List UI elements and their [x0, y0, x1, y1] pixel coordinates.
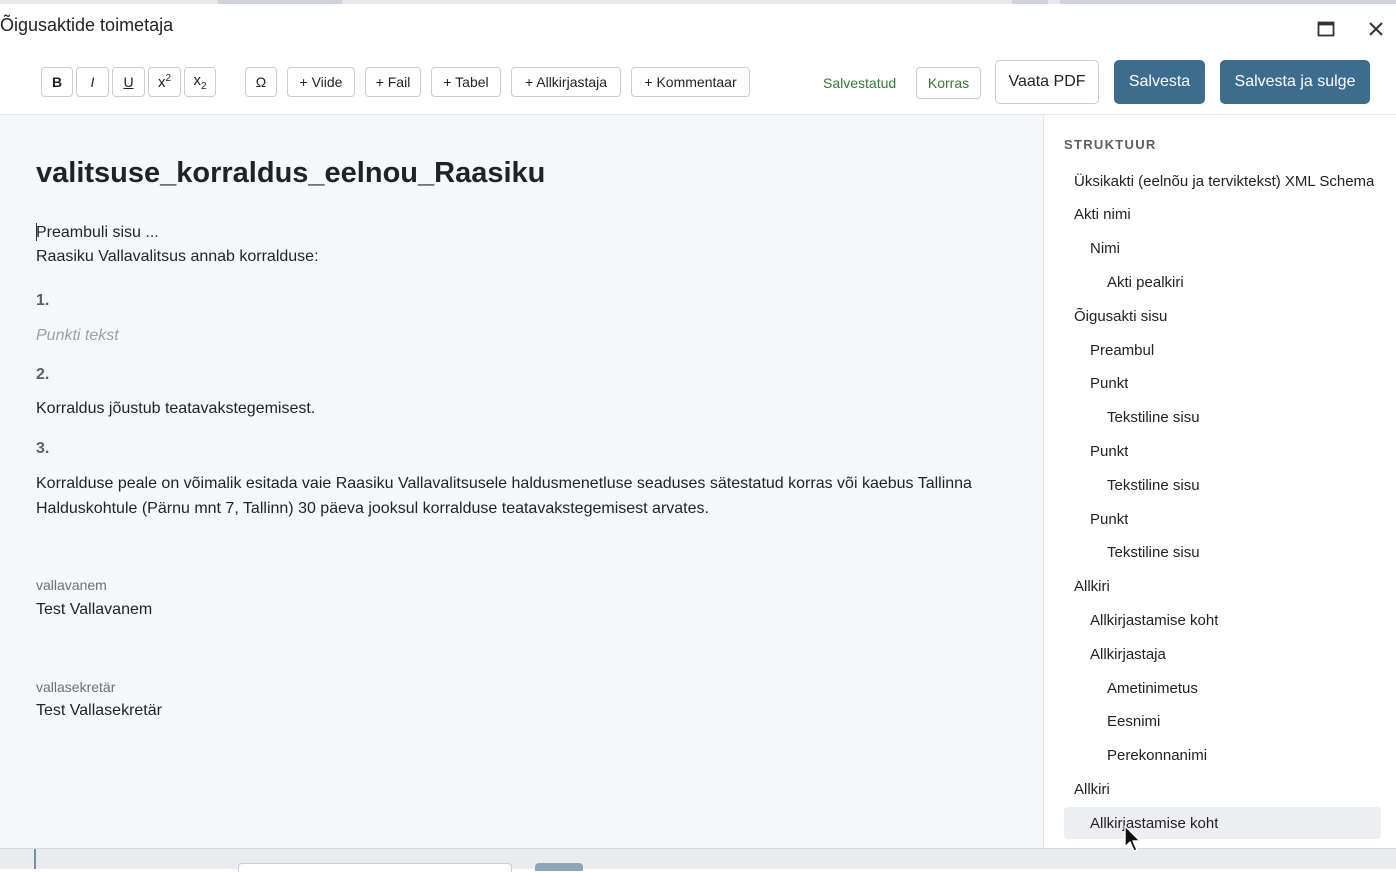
structure-item-label: Allkiri — [1074, 578, 1110, 596]
structure-item[interactable]: Punkt — [1064, 368, 1381, 400]
signature-role: vallavanem — [36, 577, 107, 593]
italic-button[interactable]: I — [76, 67, 109, 97]
close-icon — [1369, 22, 1383, 36]
structure-item[interactable]: Akti pealkiri — [1064, 266, 1381, 298]
add-comment-button[interactable]: + Kommentaar — [631, 67, 750, 97]
save-status-label: Salvestatud — [823, 75, 897, 91]
bottom-divider — [34, 849, 36, 869]
structure-item[interactable]: Nimi — [1064, 233, 1381, 265]
title-bar: Õigusaktide toimetaja — [0, 4, 1396, 50]
structure-item[interactable]: Õigusakti sisu — [1064, 300, 1381, 332]
bottom-button[interactable] — [535, 863, 583, 871]
structure-item[interactable]: Punkt — [1064, 435, 1381, 467]
structure-item[interactable]: Ametinimetus — [1064, 672, 1381, 704]
structure-item-label: Tekstiline sisu — [1107, 409, 1200, 427]
editor-toolbar: B I U x2 x2 Ω + Viide + Fail + Tabel + A… — [0, 50, 1396, 115]
document-title[interactable]: valitsuse_korraldus_eelnou_Raasiku — [36, 157, 545, 190]
superscript-icon: x2 — [157, 73, 172, 91]
structure-item-label: Allkirjastaja — [1090, 645, 1166, 663]
structure-item-label: Eesnimi — [1107, 713, 1161, 731]
subscript-button[interactable]: x2 — [184, 67, 216, 97]
window-title: Õigusaktide toimetaja — [0, 15, 174, 35]
maximize-icon — [1317, 21, 1335, 37]
underline-button[interactable]: U — [112, 67, 145, 97]
structure-item[interactable]: Akti nimi — [1064, 199, 1381, 231]
validation-status-badge: Korras — [916, 67, 981, 99]
structure-item[interactable]: Punkt — [1064, 503, 1381, 535]
close-button[interactable] — [1361, 14, 1391, 44]
subscript-icon: x2 — [193, 72, 207, 92]
signature-role: vallasekretär — [36, 679, 116, 695]
structure-item-label: Akti pealkiri — [1107, 273, 1184, 291]
structure-item[interactable]: Tekstiline sisu — [1064, 537, 1381, 569]
structure-item-label: Tekstiline sisu — [1107, 476, 1200, 494]
preamble-text[interactable]: Preambuli sisu ... — [36, 224, 159, 242]
structure-item-label: Punkt — [1090, 510, 1129, 528]
structure-item[interactable]: Eesnimi — [1064, 706, 1381, 738]
signature-name[interactable]: Test Vallavanem — [36, 601, 152, 619]
structure-item[interactable]: Üksikakti (eelnõu ja terviktekst) XML Sc… — [1064, 165, 1381, 197]
structure-item-label: Punkt — [1090, 442, 1129, 460]
structure-item-label: Nimi — [1090, 240, 1120, 258]
point-text[interactable]: Korralduse peale on võimalik esitada vai… — [36, 471, 996, 521]
structure-item[interactable]: Allkirjastaja — [1064, 638, 1381, 670]
structure-heading: STRUKTUUR — [1064, 137, 1157, 152]
structure-item[interactable]: Allkiri — [1064, 571, 1381, 603]
document-editor[interactable]: valitsuse_korraldus_eelnou_Raasiku Pream… — [0, 115, 1043, 848]
structure-item[interactable]: Tekstiline sisu — [1064, 402, 1381, 434]
structure-item-label: Punkt — [1090, 375, 1129, 393]
special-character-button[interactable]: Ω — [245, 67, 277, 97]
structure-item[interactable]: Preambul — [1064, 334, 1381, 366]
point-text[interactable]: Korraldus jõustub teatavakstegemisest. — [36, 400, 315, 418]
structure-item-label: Õigusakti sisu — [1074, 307, 1168, 325]
structure-item[interactable]: Tekstiline sisu — [1064, 469, 1381, 501]
structure-item-label: Tekstiline sisu — [1107, 544, 1200, 562]
point-text-placeholder[interactable]: Punkti tekst — [36, 327, 119, 345]
structure-item-label: Üksikakti (eelnõu ja terviktekst) XML Sc… — [1074, 172, 1375, 190]
save-and-close-button[interactable]: Salvesta ja sulge — [1220, 60, 1370, 104]
add-file-button[interactable]: + Fail — [365, 67, 421, 97]
structure-item-label: Allkiri — [1074, 780, 1110, 798]
save-button[interactable]: Salvesta — [1114, 60, 1205, 104]
structure-item[interactable]: Allkirjastamise koht — [1064, 807, 1381, 840]
mouse-cursor-icon — [1124, 825, 1141, 852]
structure-sidebar: STRUKTUUR Üksikakti (eelnõu ja terviktek… — [1043, 115, 1396, 848]
structure-item[interactable]: Allkirjastamise koht — [1064, 604, 1381, 636]
structure-item[interactable]: Perekonnanimi — [1064, 740, 1381, 772]
point-number: 3. — [36, 440, 50, 457]
point-number: 1. — [36, 292, 50, 309]
intro-text[interactable]: Raasiku Vallavalitsus annab korralduse: — [36, 248, 319, 266]
maximize-button[interactable] — [1311, 14, 1341, 44]
superscript-button[interactable]: x2 — [148, 67, 181, 97]
bottom-bar — [0, 848, 1396, 872]
point-number: 2. — [36, 366, 50, 383]
bold-button[interactable]: B — [41, 67, 73, 97]
structure-item-label: Allkirjastamise koht — [1090, 814, 1219, 832]
structure-item-label: Preambul — [1090, 341, 1155, 359]
structure-item[interactable]: Allkiri — [1064, 773, 1381, 805]
view-pdf-button[interactable]: Vaata PDF — [995, 60, 1099, 104]
structure-item-label: Allkirjastamise koht — [1090, 611, 1219, 629]
structure-item-label: Akti nimi — [1074, 206, 1131, 224]
signature-name[interactable]: Test Vallasekretär — [36, 702, 162, 720]
structure-item-label: Ametinimetus — [1107, 679, 1198, 697]
add-table-button[interactable]: + Tabel — [431, 67, 501, 97]
structure-item-label: Perekonnanimi — [1107, 747, 1208, 765]
add-signer-button[interactable]: + Allkirjastaja — [511, 67, 621, 97]
add-reference-button[interactable]: + Viide — [287, 67, 355, 97]
